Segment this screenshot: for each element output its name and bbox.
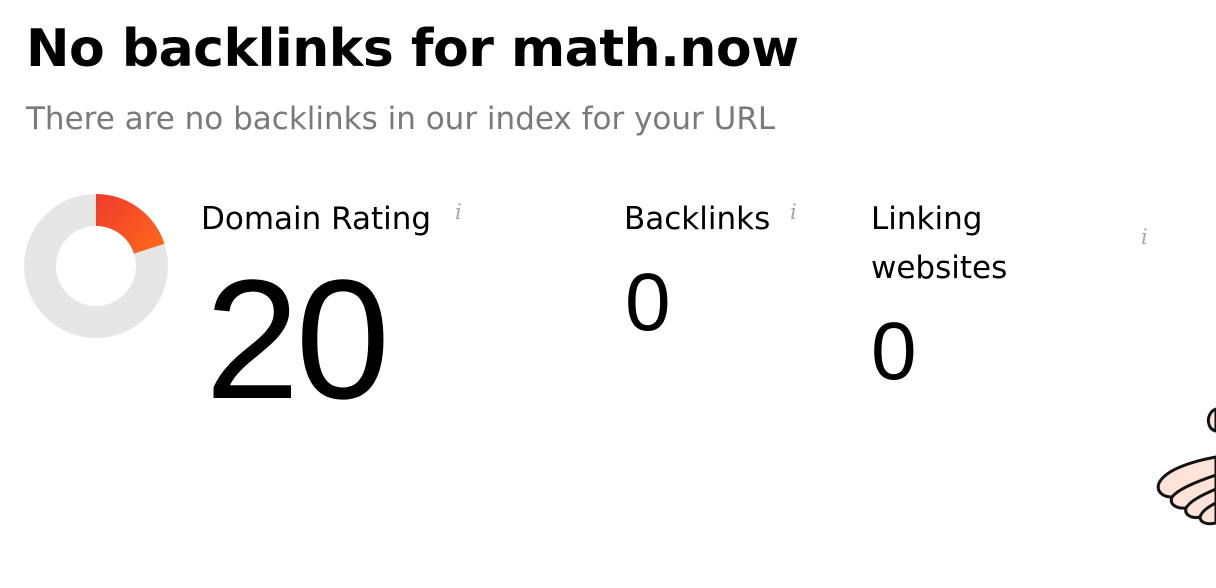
gauge-fill bbox=[96, 194, 165, 254]
page-title: No backlinks for math.now bbox=[26, 19, 799, 79]
linking-websites-value: 0 bbox=[871, 306, 917, 397]
backlinks-label: Backlinks bbox=[624, 201, 771, 237]
domain-rating-label: Domain Rating bbox=[201, 201, 432, 237]
linking-websites-label: Linking websites bbox=[871, 201, 1008, 286]
backlink-checker-result: No backlinks for math.now There are no b… bbox=[0, 0, 1216, 588]
domain-rating-value: 20 bbox=[205, 245, 390, 435]
info-icon[interactable]: i bbox=[455, 200, 462, 224]
hand-illustration bbox=[1156, 407, 1216, 526]
backlinks-value: 0 bbox=[625, 257, 671, 348]
info-icon[interactable]: i bbox=[1141, 225, 1148, 249]
info-icon[interactable]: i bbox=[790, 200, 797, 224]
domain-rating-gauge bbox=[24, 194, 168, 338]
page-subtitle: There are no backlinks in our index for … bbox=[26, 101, 776, 137]
